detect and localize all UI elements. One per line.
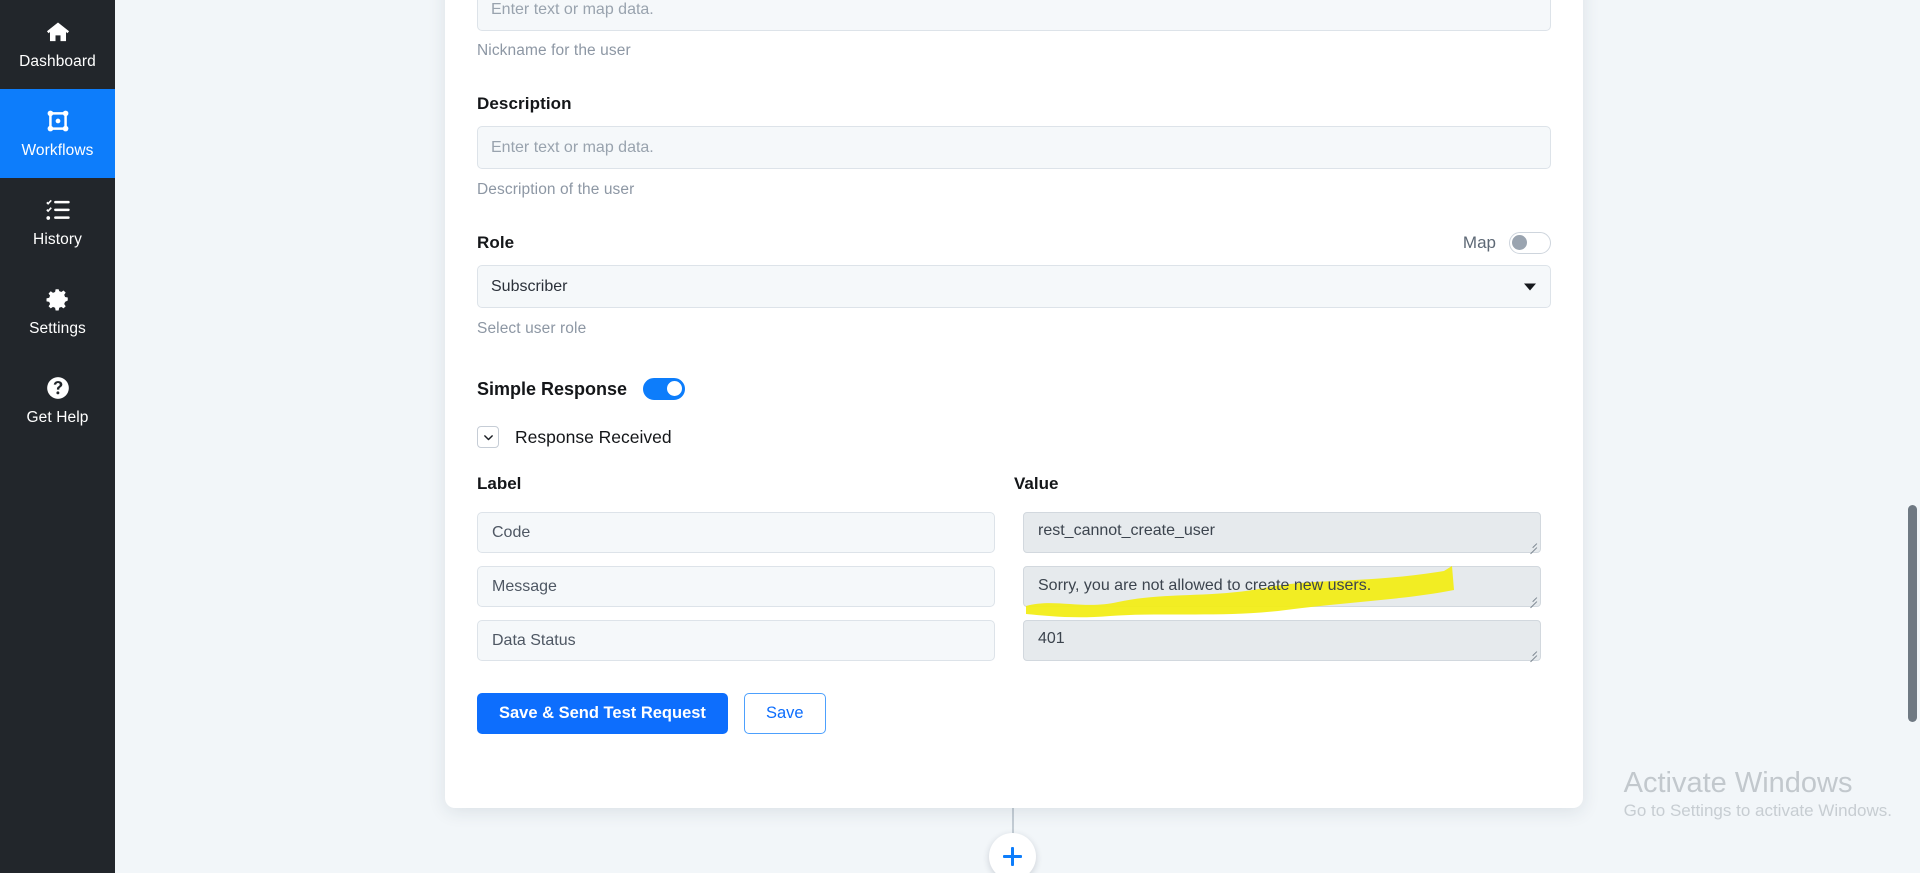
label-column-header: Label (477, 474, 522, 493)
value-column-header: Value (1014, 474, 1059, 493)
node-config-form: Nickname for the user Description Descri… (445, 0, 1583, 734)
question-circle-icon (45, 375, 71, 401)
sidebar-item-label: Settings (29, 320, 86, 338)
response-received-title: Response Received (515, 426, 672, 447)
row-value-cell: Sorry, you are not allowed to create new… (1023, 566, 1541, 618)
home-icon (45, 19, 71, 45)
role-select[interactable]: Subscriber (477, 265, 1551, 308)
chevron-down-icon (483, 434, 493, 440)
role-label: Role (477, 233, 515, 252)
row-value-input[interactable] (1023, 512, 1541, 553)
map-toggle[interactable] (1509, 232, 1551, 254)
node-config-card: Nickname for the user Description Descri… (445, 0, 1583, 808)
form-actions: Save & Send Test Request Save (477, 693, 1551, 734)
response-received-header[interactable]: Response Received (477, 426, 1551, 448)
sidebar-item-workflows[interactable]: Workflows (0, 89, 115, 178)
page-scrollbar-track[interactable] (1903, 0, 1920, 873)
value-column-header-cell: Value (1014, 474, 1551, 494)
row-label-input[interactable] (477, 566, 995, 607)
sidebar-item-get-help[interactable]: Get Help (0, 356, 115, 445)
map-toggle-group: Map (1463, 232, 1551, 254)
description-input[interactable] (477, 126, 1551, 169)
row-value-input[interactable] (1023, 566, 1541, 607)
row-value-cell (1023, 512, 1541, 555)
save-and-send-test-request-button[interactable]: Save & Send Test Request (477, 693, 728, 734)
row-value-cell (1023, 620, 1541, 663)
page-scrollbar-thumb[interactable] (1908, 505, 1917, 722)
windows-activation-watermark: Activate Windows Go to Settings to activ… (1624, 767, 1892, 821)
history-list-icon (45, 197, 71, 223)
row-value-input[interactable] (1023, 620, 1541, 661)
simple-response-toggle-knob (667, 381, 683, 396)
role-help-text: Select user role (477, 320, 587, 337)
role-select-value: Subscriber (491, 277, 568, 295)
role-header-row: Role Map (477, 232, 1551, 254)
primary-sidebar: Dashboard Workflows History Settings Get… (0, 0, 115, 873)
save-button[interactable]: Save (743, 693, 826, 734)
collapse-toggle-button[interactable] (477, 426, 499, 448)
row-label-input[interactable] (477, 512, 995, 553)
app-screen: Nickname for the user Description Descri… (0, 0, 1920, 873)
row-label-input[interactable] (477, 620, 995, 661)
nickname-help-text: Nickname for the user (477, 42, 631, 59)
simple-response-label: Simple Response (477, 378, 628, 399)
watermark-subtitle: Go to Settings to activate Windows. (1623, 800, 1892, 820)
label-column-header-cell: Label (477, 474, 1014, 494)
description-label: Description (477, 94, 572, 113)
table-row (477, 620, 1551, 663)
sidebar-item-history[interactable]: History (0, 178, 115, 267)
table-row: Sorry, you are not allowed to create new… (477, 566, 1551, 618)
description-help-text: Description of the user (477, 181, 635, 198)
sidebar-item-settings[interactable]: Settings (0, 267, 115, 356)
label-value-header: Label Value (477, 474, 1551, 494)
watermark-title: Activate Windows (1623, 767, 1853, 800)
add-node-button[interactable] (989, 833, 1036, 873)
nickname-input[interactable] (477, 0, 1551, 31)
chevron-down-icon (1524, 283, 1536, 290)
sidebar-item-dashboard[interactable]: Dashboard (0, 0, 115, 89)
plus-icon-vertical (1010, 847, 1015, 866)
sidebar-item-label: Get Help (26, 409, 89, 427)
sidebar-item-label: History (33, 231, 82, 249)
sidebar-item-label: Dashboard (19, 53, 96, 71)
simple-response-row: Simple Response (477, 378, 1551, 400)
map-toggle-knob (1512, 235, 1527, 250)
gear-icon (45, 286, 71, 312)
table-row (477, 512, 1551, 555)
simple-response-toggle[interactable] (643, 378, 686, 400)
sidebar-item-label: Workflows (21, 142, 94, 160)
map-label: Map (1462, 233, 1496, 252)
workflow-icon (45, 108, 71, 134)
